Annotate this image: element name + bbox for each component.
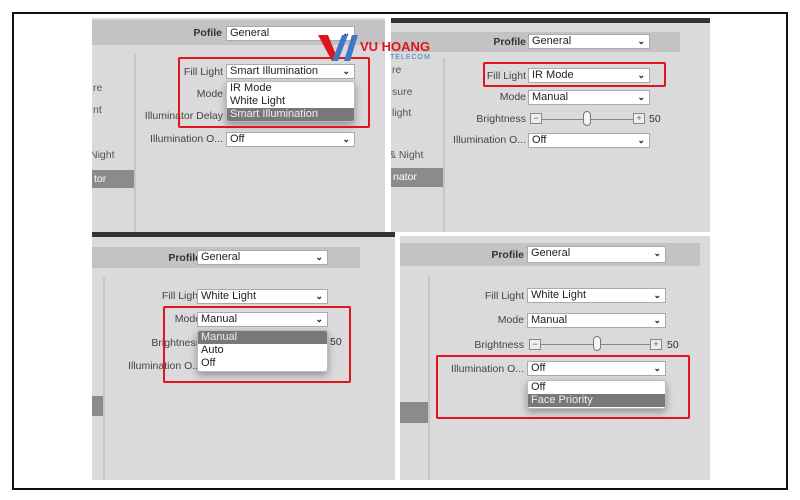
illumination-label: Illumination O...: [453, 134, 526, 146]
profile-select[interactable]: General ⌄: [527, 246, 666, 263]
profile-label: Profile: [493, 36, 526, 48]
fill-light-label: Fill Light: [161, 290, 201, 302]
illumination-label: Illumination O...: [150, 133, 223, 145]
profile-label: Pofile: [193, 27, 222, 39]
fill-light-select[interactable]: White Light ⌄: [527, 288, 666, 303]
profile-select[interactable]: General ⌄: [197, 250, 328, 265]
sidebar-item[interactable]: light: [392, 107, 411, 119]
illumination-value: Off: [230, 133, 245, 145]
sidebar-item[interactable]: sure: [392, 86, 412, 98]
logo-brand: VU HOANG: [360, 39, 431, 54]
chevron-down-icon: ⌄: [315, 252, 323, 262]
chevron-down-icon: ⌄: [637, 36, 645, 46]
chevron-down-icon: ⌄: [342, 134, 350, 144]
sidebar-item[interactable]: re: [392, 64, 401, 76]
sidebar-divider: [134, 53, 136, 232]
mode-label: Mode: [497, 314, 524, 326]
mode-select[interactable]: Manual ⌄: [528, 90, 650, 105]
sidebar-divider: [443, 58, 445, 232]
sidebar-item[interactable]: re: [93, 82, 102, 94]
sidebar-divider: [103, 277, 105, 480]
highlight-box: [436, 355, 690, 419]
brightness-label: Brightness: [474, 339, 524, 351]
illumination-select[interactable]: Off ⌄: [226, 132, 355, 147]
fill-light-label: Fill Light: [484, 290, 524, 302]
mode-value: Manual: [531, 314, 568, 326]
mode-value: Manual: [532, 91, 569, 103]
profile-select[interactable]: General ⌄: [528, 34, 650, 49]
illumination-select[interactable]: Off ⌄: [528, 133, 650, 148]
sidebar-item-active[interactable]: [92, 396, 103, 416]
brightness-value: 50: [649, 113, 661, 125]
brightness-decrease-button[interactable]: −: [530, 113, 542, 124]
profile-value: General: [201, 251, 241, 263]
vu-hoang-logo: VU HOANG TELECOM: [318, 33, 448, 65]
brightness-value: 50: [667, 339, 679, 351]
brightness-increase-button[interactable]: +: [633, 113, 645, 124]
brightness-label: Brightness: [476, 113, 526, 125]
panel-mode-dropdown: Profile General ⌄ Fill Light White Light ⌄…: [92, 232, 395, 480]
chevron-down-icon: ⌄: [653, 315, 661, 325]
profile-value: General: [230, 27, 270, 39]
highlight-box: [163, 306, 351, 383]
logo-mark-icon: [318, 35, 358, 61]
chevron-down-icon: ⌄: [653, 248, 661, 258]
brightness-increase-button[interactable]: +: [650, 339, 662, 350]
illumination-value: Off: [532, 134, 547, 146]
chevron-down-icon: ⌄: [637, 92, 645, 102]
brightness-slider-handle[interactable]: [593, 336, 601, 351]
highlight-box: [483, 62, 666, 87]
sidebar-item-active[interactable]: [400, 402, 428, 423]
mode-select[interactable]: Manual ⌄: [527, 313, 666, 328]
sidebar-item-active[interactable]: nator: [391, 168, 443, 187]
chevron-down-icon: ⌄: [653, 290, 661, 300]
chevron-down-icon: ⌄: [637, 135, 645, 145]
top-dark-bar: [92, 232, 395, 237]
brightness-decrease-button[interactable]: −: [529, 339, 541, 350]
fill-light-select[interactable]: White Light ⌄: [197, 289, 328, 304]
profile-value: General: [532, 35, 572, 47]
highlight-box: [178, 57, 370, 128]
top-dark-bar: [391, 18, 710, 23]
mode-label: Mode: [499, 91, 526, 103]
fill-light-value: White Light: [531, 289, 587, 301]
sidebar-item[interactable]: nt: [93, 104, 102, 116]
sidebar-item-active[interactable]: tor: [92, 170, 134, 188]
profile-label: Profile: [491, 249, 524, 261]
panel-illumination-dropdown: Profile General ⌄ Fill Light White Light ⌄…: [400, 236, 710, 480]
fill-light-value: White Light: [201, 290, 257, 302]
sidebar-item[interactable]: Night: [92, 149, 115, 161]
sidebar-item[interactable]: & Night: [391, 149, 423, 161]
brightness-slider-handle[interactable]: [583, 111, 591, 126]
chevron-down-icon: ⌄: [315, 291, 323, 301]
profile-value: General: [531, 247, 571, 259]
sidebar-divider: [428, 276, 430, 480]
logo-sub: TELECOM: [390, 54, 431, 61]
